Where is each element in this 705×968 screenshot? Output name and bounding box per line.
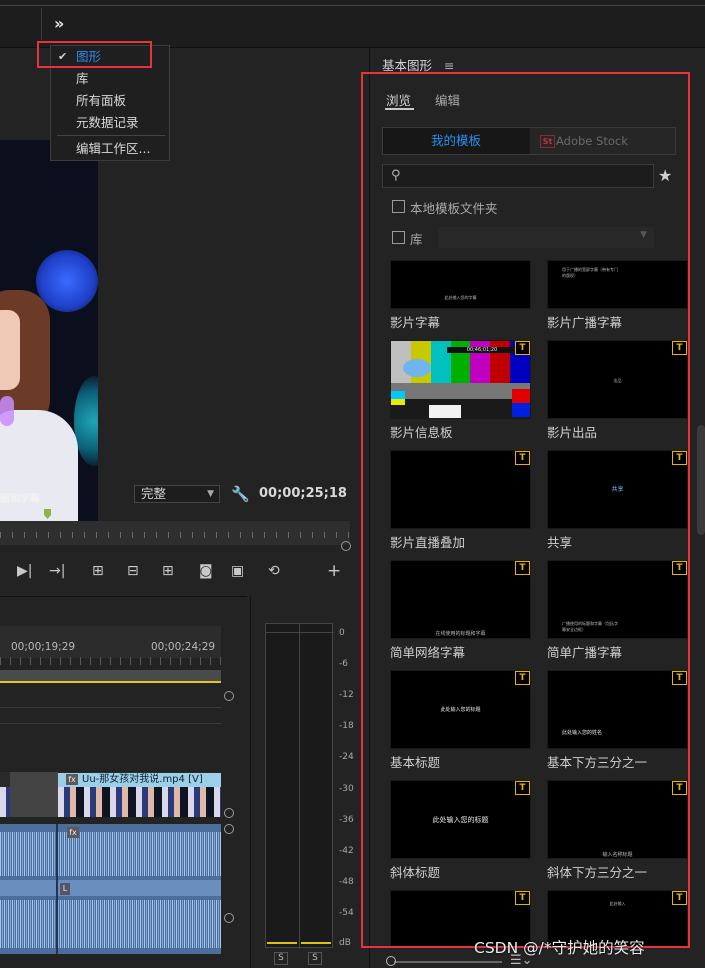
fx-badge: fx: [67, 827, 79, 838]
playhead-timecode: 00;00;25;18: [259, 486, 347, 501]
db-label: -6: [339, 659, 348, 669]
loop-icon[interactable]: ⟲: [268, 563, 280, 579]
clip-edit-point: [56, 824, 58, 954]
scroll-handle[interactable]: [224, 824, 234, 834]
timeline-timecode: 00;00;24;29: [151, 641, 216, 653]
video-preview: 题和字幕: [0, 140, 98, 528]
add-icon[interactable]: +: [327, 561, 341, 581]
compare-icon[interactable]: ▣: [231, 563, 244, 579]
db-label: dB: [339, 938, 351, 948]
timeline-ticks: [0, 657, 221, 665]
video-caption-text: 题和字幕: [0, 494, 40, 505]
transport-controls: ▶| →| ⊞ ⊟ ⊞ ◙ ▣ ⟲ +: [0, 561, 360, 585]
person-face: [0, 310, 20, 390]
insert-icon[interactable]: ⊞: [162, 563, 174, 579]
video-clip[interactable]: fx Uu-那女孩对我说.mp4 [V]: [58, 773, 221, 787]
meter-top-line: [266, 632, 334, 633]
zoom-handle[interactable]: [341, 541, 351, 551]
menu-item-label: 编辑工作区...: [76, 141, 151, 156]
db-label: -48: [339, 877, 354, 887]
menu-item-metadata-logging[interactable]: 元数据记录: [51, 112, 169, 134]
playback-resolution-value: 完整: [141, 486, 167, 501]
solo-left-button[interactable]: S: [274, 952, 288, 965]
watermark: CSDN @/*守护她的笑容: [474, 939, 645, 957]
wrench-icon[interactable]: 🔧: [231, 485, 250, 503]
audio-meter-panel: 0 -6 -12 -18 -24 -30 -36 -42 -48 -54 dB …: [250, 596, 360, 968]
toolbar-separator: [41, 8, 42, 40]
person-shirt: [0, 410, 78, 528]
db-label: -30: [339, 784, 354, 794]
db-label: -42: [339, 846, 354, 856]
top-divider: [0, 5, 705, 6]
clip-thumbnails[interactable]: [0, 787, 10, 817]
db-label: -54: [339, 908, 354, 918]
menu-highlight-box: [37, 41, 152, 68]
go-to-out-icon[interactable]: →|: [49, 563, 65, 579]
track-divider: [0, 707, 221, 708]
scroll-handle[interactable]: [224, 691, 234, 701]
scroll-handle[interactable]: [224, 808, 234, 818]
thumbnail-size-knob[interactable]: [386, 956, 396, 966]
track-divider: [0, 723, 221, 724]
meter-level-right: [301, 942, 331, 944]
panel-menu-icon[interactable]: ≡: [444, 58, 454, 73]
fx-badge: fx: [66, 774, 78, 785]
audio-meter: [265, 623, 334, 949]
more-panels-chevron-icon[interactable]: »: [54, 14, 64, 33]
ruler-ticks: [0, 532, 350, 538]
audio-channel-marker: L: [60, 883, 70, 895]
scroll-handle[interactable]: [224, 913, 234, 923]
clip-thumbnails[interactable]: [58, 787, 221, 817]
menu-item-label: 所有面板: [76, 93, 127, 108]
meter-channel-divider: [299, 624, 300, 949]
audio-channel-divider: [0, 880, 221, 896]
bokeh-light-blue: [36, 250, 98, 312]
meter-level-left: [267, 942, 297, 944]
extract-icon[interactable]: ⊟: [127, 563, 139, 579]
db-label: -18: [339, 721, 354, 731]
panel-scrollbar[interactable]: [697, 425, 705, 535]
db-label: -36: [339, 815, 354, 825]
timeline-timecode: 00;00;19;29: [11, 641, 76, 653]
solo-right-button[interactable]: S: [308, 952, 322, 965]
audio-waveform: [0, 832, 221, 876]
menu-item-edit-workspaces[interactable]: 编辑工作区...: [51, 138, 169, 160]
render-bar: [0, 681, 221, 683]
camera-icon[interactable]: ◙: [199, 563, 213, 579]
db-label: -12: [339, 690, 354, 700]
menu-item-label: 库: [76, 71, 89, 86]
menu-item-all-panels[interactable]: 所有面板: [51, 90, 169, 112]
clip-name: Uu-那女孩对我说.mp4 [V]: [82, 774, 203, 785]
audio-waveform: [0, 900, 221, 948]
clip-gap: [10, 772, 58, 817]
step-forward-icon[interactable]: ▶|: [17, 563, 32, 579]
menu-item-label: 元数据记录: [76, 115, 139, 130]
chevron-down-icon: ▼: [207, 489, 214, 499]
timeline-panel: 00;00;19;29 00;00;24;29 fx Uu-那女孩对我说.mp4…: [0, 596, 247, 968]
neon-sign: [0, 396, 14, 426]
thumbnail-size-slider[interactable]: [394, 961, 502, 963]
db-label: -24: [339, 752, 354, 762]
lift-icon[interactable]: ⊞: [92, 563, 104, 579]
playback-resolution-select[interactable]: 完整 ▼: [134, 485, 220, 503]
audio-clip[interactable]: [0, 824, 221, 954]
panel-highlight-box: [361, 72, 690, 948]
panel-title-text: 基本图形: [382, 58, 433, 73]
menu-divider: [57, 135, 165, 136]
db-label: 0: [339, 628, 345, 638]
menu-item-libraries[interactable]: 库: [51, 68, 169, 90]
